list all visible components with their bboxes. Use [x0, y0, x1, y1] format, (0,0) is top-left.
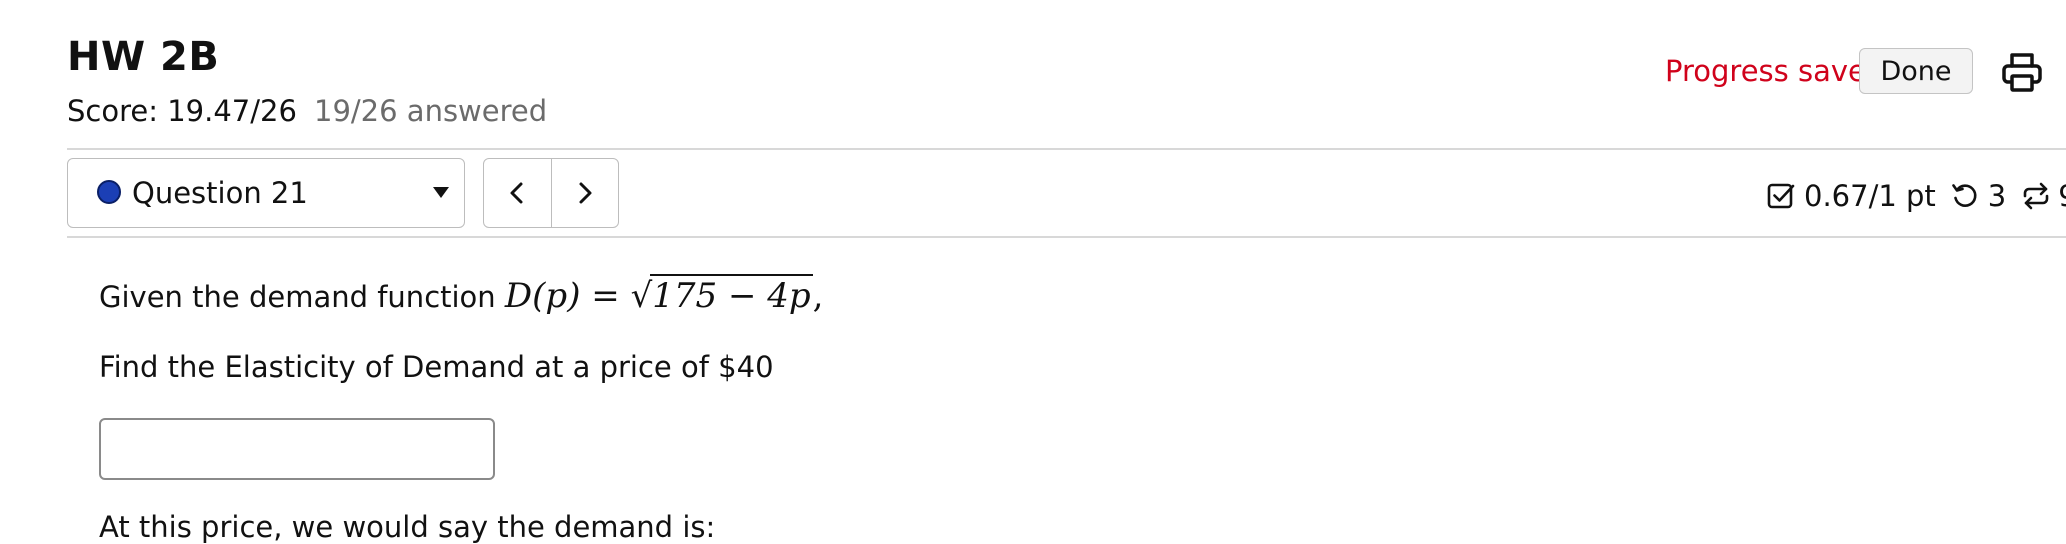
- question-status-dot: [97, 180, 121, 204]
- print-icon[interactable]: [2000, 50, 2044, 94]
- checkbox-icon: [1767, 183, 1795, 209]
- done-button[interactable]: Done: [1859, 48, 1973, 94]
- nav-divider: [67, 236, 2066, 238]
- question-instruction: Find the Elasticity of Demand at a price…: [99, 350, 774, 384]
- points-value: 0.67/1 pt: [1804, 179, 1936, 213]
- prompt-text: Given the demand function: [99, 280, 496, 314]
- retries-count: 3: [1987, 179, 2007, 213]
- question-nav-group: [483, 158, 619, 228]
- demand-function: D(p) = √175 − 4p,: [504, 274, 824, 316]
- answered-count: 19/26 answered: [314, 94, 548, 128]
- header-divider: [67, 148, 2066, 150]
- question-selector-label: Question 21: [132, 176, 308, 210]
- progress-status: Progress saved: [1665, 54, 1885, 88]
- caret-down-icon: [433, 187, 449, 198]
- chevron-right-icon: [579, 182, 592, 204]
- next-question-button[interactable]: [550, 159, 619, 227]
- previous-question-button[interactable]: [484, 159, 551, 227]
- elasticity-answer-input[interactable]: [99, 418, 495, 480]
- followup-text: At this price, we would say the demand i…: [99, 510, 716, 544]
- function-lhs: D(p): [504, 276, 581, 316]
- question-stats: 0.67/1 pt 3 9: [1766, 179, 2066, 213]
- retry-icon: [1951, 184, 1977, 207]
- chevron-left-icon: [510, 182, 523, 204]
- question-selector[interactable]: Question 21: [67, 158, 465, 228]
- trailing-comma: ,: [812, 276, 824, 316]
- question-prompt: Given the demand function D(p) = √175 − …: [99, 274, 824, 316]
- sqrt-sign: √: [630, 276, 653, 316]
- attempts-count: 9: [2058, 179, 2066, 213]
- radicand: 175 − 4p: [650, 274, 813, 316]
- assignment-title: HW 2B: [67, 34, 220, 80]
- repeat-icon: [2023, 182, 2049, 210]
- score-text: Score: 19.47/26: [67, 94, 297, 128]
- equals-sign: =: [591, 276, 620, 316]
